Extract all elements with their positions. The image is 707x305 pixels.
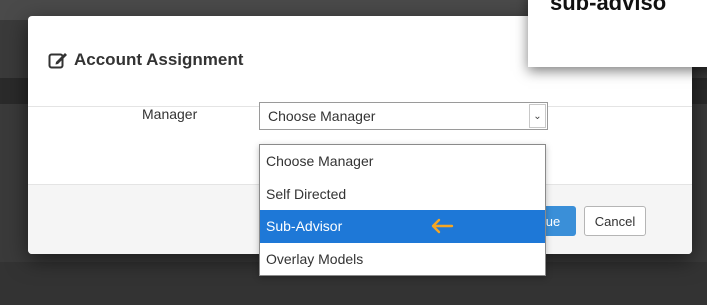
cancel-button[interactable]: Cancel (584, 206, 646, 236)
dropdown-option-self-directed[interactable]: Self Directed (260, 178, 545, 211)
continue-button-label: ue (545, 213, 561, 229)
manager-label: Manager (142, 106, 198, 122)
dropdown-option-sub-advisor[interactable]: Sub-Advisor (260, 210, 545, 243)
modal-title-text: Account Assignment (74, 50, 244, 69)
dropdown-option-sub-advisor-label: Sub-Advisor (266, 218, 343, 234)
dropdown-option-choose-manager[interactable]: Choose Manager (260, 145, 545, 178)
manager-select-value: Choose Manager (268, 108, 376, 124)
manager-dropdown-list: Choose Manager Self Directed Sub-Advisor… (259, 144, 546, 276)
arrow-left-icon (430, 210, 454, 243)
callout-text: sub-adviso (550, 0, 667, 15)
edit-icon (48, 51, 68, 69)
modal-title: Account Assignment (48, 50, 243, 70)
manager-select[interactable]: Choose Manager ⌄ (259, 102, 548, 130)
chevron-down-icon[interactable]: ⌄ (529, 104, 546, 128)
dropdown-option-overlay-models[interactable]: Overlay Models (260, 243, 545, 276)
annotation-callout: sub-adviso (528, 0, 707, 67)
